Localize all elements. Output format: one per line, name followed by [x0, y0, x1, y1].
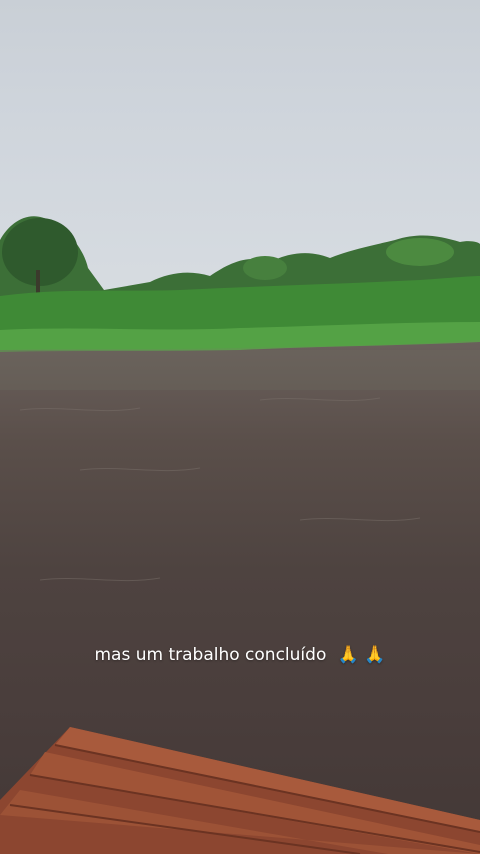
wooden-deck: [0, 727, 480, 854]
video-caption: mas um trabalho concluído 🙏 🙏: [0, 645, 480, 665]
water-ripples: [19, 397, 421, 582]
caption-text: mas um trabalho concluído: [94, 645, 327, 665]
praying-hands-icon: 🙏 🙏: [337, 645, 386, 665]
palm-tree: [243, 256, 287, 280]
water-reflection: [0, 350, 480, 390]
photo-scene: mas um trabalho concluído 🙏 🙏: [0, 0, 480, 854]
scene-illustration: [0, 216, 480, 854]
